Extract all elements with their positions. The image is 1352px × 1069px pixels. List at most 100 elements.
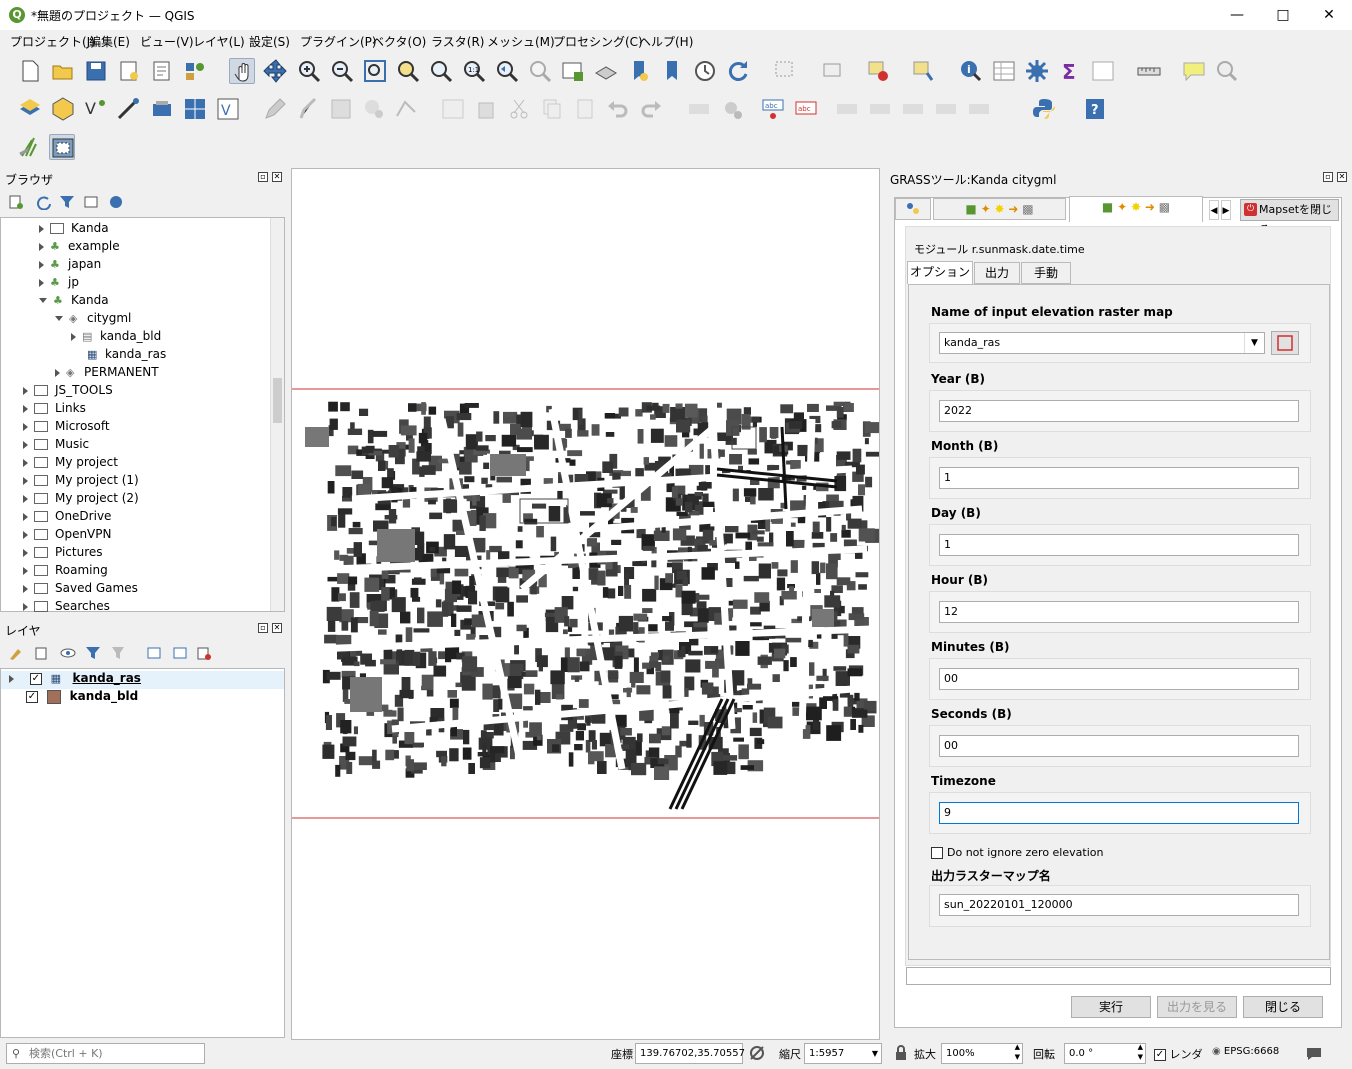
- timezone-input[interactable]: 9: [939, 802, 1299, 824]
- output-map-input[interactable]: sun_20220101_120000: [939, 894, 1299, 916]
- data-source-manager-icon[interactable]: [17, 96, 43, 122]
- list-item[interactable]: ◈ citygml: [55, 311, 131, 329]
- menu-help[interactable]: ヘルプ(H): [639, 33, 693, 50]
- list-item[interactable]: ♣ Kanda: [39, 293, 109, 311]
- new-geopackage-layer-icon[interactable]: [50, 96, 76, 122]
- grass-region-icon[interactable]: [49, 134, 75, 160]
- view-output-button[interactable]: 出力を見る: [1157, 996, 1237, 1018]
- coordinate-toggle-icon[interactable]: [749, 1045, 765, 1061]
- tabs-scroll-right-icon[interactable]: ▶: [1221, 200, 1231, 220]
- layer-row-kanda-ras[interactable]: ✓ ▦ kanda_ras: [1, 671, 284, 689]
- zoom-to-selection-icon[interactable]: [395, 58, 421, 84]
- minutes-input[interactable]: 00: [939, 668, 1299, 690]
- list-item[interactable]: Searches: [23, 599, 110, 617]
- cut-features-icon[interactable]: [506, 96, 532, 122]
- statistics-sigma-icon[interactable]: Σ: [1057, 58, 1083, 84]
- list-item[interactable]: JS_TOOLS: [23, 383, 113, 401]
- locator-search-icon[interactable]: [1214, 58, 1240, 84]
- scale-combobox[interactable]: 1:5957 ▼: [804, 1043, 882, 1064]
- tab-module-previous[interactable]: ■ ✦ ✸ ➜ ▩: [933, 198, 1066, 220]
- menu-vector[interactable]: ベクタ(O): [372, 33, 426, 50]
- zoom-in-icon[interactable]: [296, 58, 322, 84]
- month-input[interactable]: 1: [939, 467, 1299, 489]
- rotate-label-icon[interactable]: [933, 96, 959, 122]
- move-label-icon[interactable]: [834, 96, 860, 122]
- new-shapefile-layer-icon[interactable]: V: [83, 96, 109, 122]
- select-features-icon[interactable]: [772, 58, 798, 84]
- zoom-next-icon[interactable]: [527, 58, 553, 84]
- style-manager-icon[interactable]: [182, 58, 208, 84]
- render-toggle[interactable]: ✓ レンダ: [1154, 1046, 1203, 1062]
- spatial-bookmark-icon[interactable]: [626, 58, 652, 84]
- list-item[interactable]: Kanda: [39, 221, 109, 239]
- menu-processing[interactable]: プロセシング(C): [553, 33, 643, 50]
- help-contents-icon[interactable]: ?: [1082, 96, 1108, 122]
- menu-settings[interactable]: 設定(S): [249, 33, 290, 50]
- tab-options[interactable]: オプション: [907, 261, 973, 284]
- float-panel-icon[interactable]: ▫: [1323, 172, 1333, 182]
- select-by-value-icon[interactable]: [820, 58, 846, 84]
- new-virtual-layer-icon[interactable]: [182, 96, 208, 122]
- list-item[interactable]: ▤ kanda_bld: [71, 329, 161, 347]
- zoom-last-icon[interactable]: [494, 58, 520, 84]
- attribute-table-icon[interactable]: [991, 58, 1017, 84]
- add-feature-icon[interactable]: [361, 96, 387, 122]
- list-item[interactable]: ♣ japan: [39, 257, 101, 275]
- layer-labeling-icon[interactable]: abc: [760, 96, 786, 122]
- temporal-controller-icon[interactable]: [692, 58, 718, 84]
- layer-row-kanda-bld[interactable]: ✓ kanda_bld: [1, 689, 284, 707]
- move-diagram-icon[interactable]: [900, 96, 926, 122]
- measure-line-icon[interactable]: [1136, 58, 1162, 84]
- close-panel-icon[interactable]: ✕: [272, 623, 282, 633]
- list-item[interactable]: My project: [23, 455, 118, 473]
- new-temporary-layer-icon[interactable]: [149, 96, 175, 122]
- locator-search-input[interactable]: ⚲ 検索(Ctrl + K): [6, 1043, 205, 1064]
- layer-visibility-checkbox[interactable]: ✓: [26, 690, 38, 703]
- digitize-line-icon[interactable]: [116, 96, 142, 122]
- delete-selected-icon[interactable]: [473, 96, 499, 122]
- menu-plugins[interactable]: プラグイン(P): [300, 33, 377, 50]
- copy-features-icon[interactable]: [539, 96, 565, 122]
- run-button[interactable]: 実行: [1071, 996, 1151, 1018]
- rotation-spinbox[interactable]: 0.0 ° ▲ ▼: [1064, 1043, 1146, 1064]
- deselect-icon[interactable]: [865, 58, 891, 84]
- menu-raster[interactable]: ラスタ(R): [431, 33, 484, 50]
- crs-button[interactable]: ◉ EPSG:6668: [1212, 1046, 1279, 1057]
- close-module-button[interactable]: 閉じる: [1243, 996, 1323, 1018]
- float-panel-icon[interactable]: ▫: [258, 623, 268, 633]
- pan-to-selection-icon[interactable]: [263, 58, 289, 84]
- modify-attributes-icon[interactable]: [440, 96, 466, 122]
- new-map-view-icon[interactable]: [560, 58, 586, 84]
- open-project-icon[interactable]: [50, 58, 76, 84]
- magnifier-spinbox[interactable]: 100% ▲ ▼: [941, 1043, 1023, 1064]
- tab-module-active[interactable]: ■ ✦ ✸ ➜ ▩: [1069, 196, 1203, 222]
- undo-icon[interactable]: [605, 96, 631, 122]
- menu-view[interactable]: ビュー(V): [140, 33, 194, 50]
- menu-project[interactable]: プロジェクト(J): [10, 33, 95, 50]
- close-mapset-button[interactable]: ⏻ Mapsetを閉じる: [1240, 199, 1339, 236]
- close-window-button[interactable]: ✕: [1306, 0, 1352, 30]
- layout-manager-icon[interactable]: [149, 58, 175, 84]
- map-canvas[interactable]: [291, 168, 882, 1040]
- pan-map-icon[interactable]: [229, 58, 255, 84]
- new-print-layout-icon[interactable]: [116, 58, 142, 84]
- list-item[interactable]: ♣ jp: [39, 275, 79, 293]
- elevation-select[interactable]: kanda_ras ▼: [939, 332, 1265, 354]
- list-item[interactable]: My project (1): [23, 473, 139, 491]
- python-console-icon[interactable]: [1031, 96, 1057, 122]
- seconds-input[interactable]: 00: [939, 735, 1299, 757]
- list-item[interactable]: Pictures: [23, 545, 103, 563]
- list-item[interactable]: Microsoft: [23, 419, 110, 437]
- show-bookmarks-icon[interactable]: [659, 58, 685, 84]
- list-item[interactable]: Music: [23, 437, 89, 455]
- vertex-tool-icon[interactable]: [394, 96, 420, 122]
- list-item[interactable]: Roaming: [23, 563, 108, 581]
- float-panel-icon[interactable]: ▫: [258, 172, 268, 182]
- field-calculator-icon[interactable]: [1090, 58, 1116, 84]
- pin-label-icon[interactable]: [910, 58, 936, 84]
- list-item[interactable]: Saved Games: [23, 581, 138, 599]
- save-edits-icon[interactable]: [328, 96, 354, 122]
- paste-features-icon[interactable]: [572, 96, 598, 122]
- map-tips-icon[interactable]: [1181, 58, 1207, 84]
- layer-diagram-icon[interactable]: abc: [793, 96, 819, 122]
